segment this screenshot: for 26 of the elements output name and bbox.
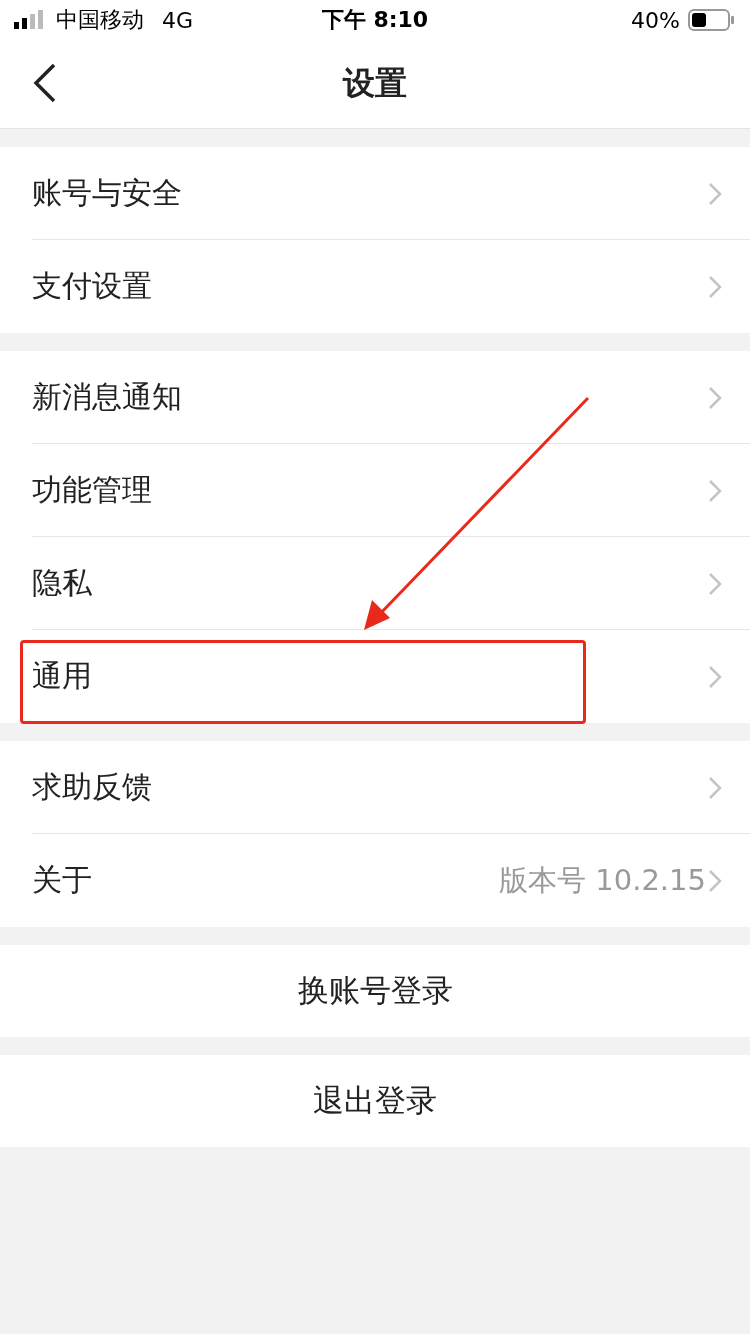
settings-item[interactable]: 新消息通知 xyxy=(32,377,706,418)
settings-item[interactable]: 隐私 xyxy=(32,563,706,604)
page-title: 设置 xyxy=(343,63,407,104)
account-action-button[interactable]: 换账号登录 xyxy=(0,945,750,1037)
chevron-icon xyxy=(708,571,722,596)
carrier-name: 中国移动 xyxy=(56,6,144,34)
settings-item[interactable]: 通用 xyxy=(32,656,706,697)
chevron-icon xyxy=(708,385,722,410)
battery-percent: 40% xyxy=(631,7,680,33)
chevron-icon xyxy=(708,181,722,206)
settings-item[interactable]: 支付设置 xyxy=(32,266,706,307)
settings-item[interactable]: 功能管理 xyxy=(32,470,706,511)
battery-icon xyxy=(688,9,736,31)
chevron-icon xyxy=(708,868,722,893)
version-text: 版本号 10.2.15 xyxy=(499,861,706,899)
status-time: 下午 8:10 xyxy=(321,6,429,34)
back-icon[interactable] xyxy=(32,62,58,104)
settings-item[interactable]: 账号与安全 xyxy=(32,173,706,214)
chevron-icon xyxy=(708,664,722,689)
chevron-icon xyxy=(708,274,722,299)
account-action-button[interactable]: 退出登录 xyxy=(0,1055,750,1147)
chevron-icon xyxy=(708,775,722,800)
settings-item[interactable]: 求助反馈 xyxy=(32,767,706,808)
chevron-icon xyxy=(708,478,722,503)
network-type: 4G xyxy=(162,7,194,33)
settings-item[interactable]: 关于 xyxy=(32,860,500,901)
